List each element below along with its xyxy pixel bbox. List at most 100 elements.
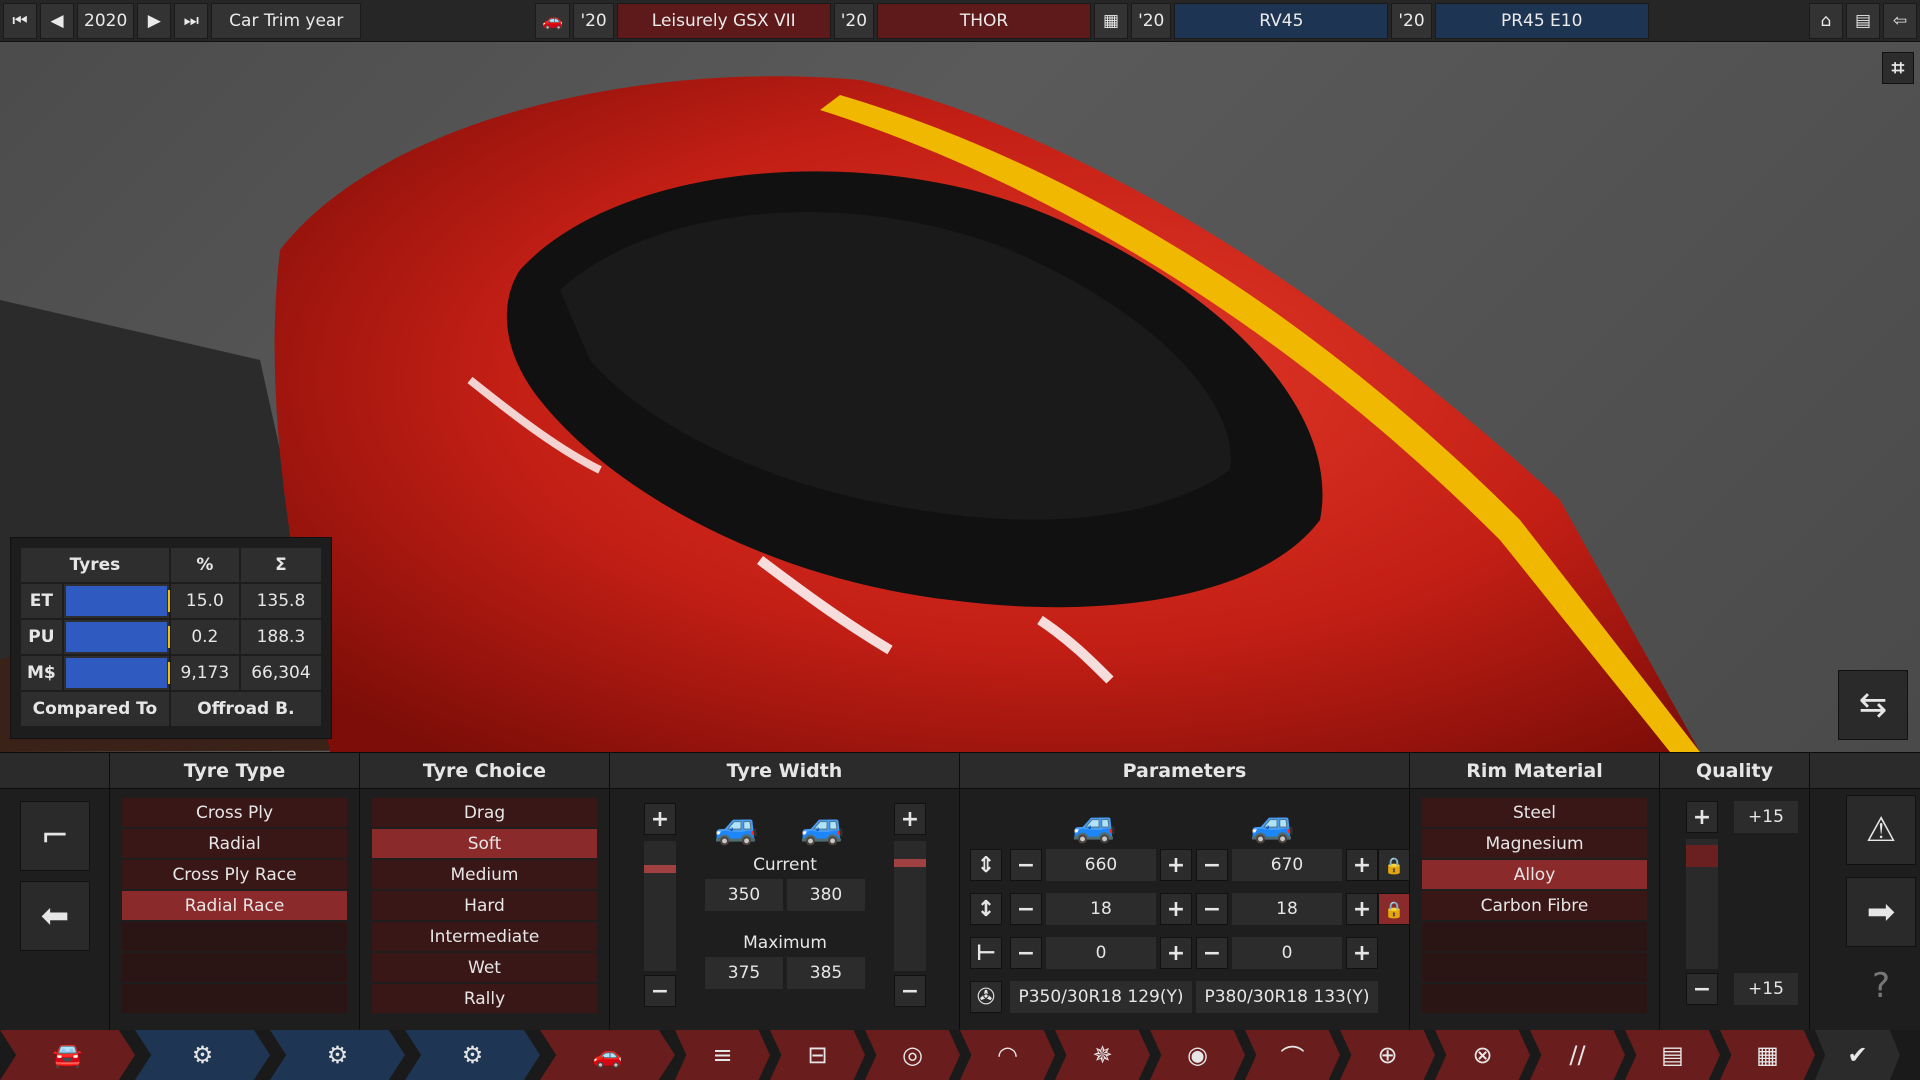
lock-icon[interactable]: 🔒 — [1378, 893, 1410, 925]
rim-rear-plus[interactable]: + — [1346, 893, 1378, 925]
help-icon[interactable]: ? — [1846, 951, 1916, 1021]
tyre-type-option[interactable]: Cross Ply — [122, 798, 347, 827]
profile-rear-plus[interactable]: + — [1346, 849, 1378, 881]
quality-plus-button[interactable]: + — [1686, 801, 1718, 833]
offset-icon: ⊢ — [970, 937, 1002, 969]
nav-drivetrain-icon[interactable]: ⊟ — [770, 1030, 865, 1080]
tyre-type-option-selected[interactable]: Radial Race — [122, 891, 347, 920]
rim-material-option[interactable]: Magnesium — [1422, 829, 1647, 858]
nav-safety-icon[interactable]: ⊗ — [1435, 1030, 1530, 1080]
screenshot-icon[interactable]: ⌗ — [1882, 52, 1914, 84]
rim-front-plus[interactable]: + — [1160, 893, 1192, 925]
nav-fuel-icon[interactable]: ∕∕ — [1530, 1030, 1625, 1080]
current-width-rear: 380 — [787, 879, 865, 911]
front-width-plus-button[interactable]: + — [644, 803, 676, 835]
rear-car-icon: 🚙 — [800, 806, 845, 847]
rear-width-minus-button[interactable]: − — [894, 975, 926, 1007]
rear-car-icon: 🚙 — [1250, 804, 1295, 845]
tyre-choice-title: Tyre Choice — [360, 753, 609, 789]
previous-arrow-icon[interactable]: ⬅ — [20, 881, 90, 951]
rim-material-option[interactable]: Steel — [1422, 798, 1647, 827]
tyre-choice-option[interactable]: Intermediate — [372, 922, 597, 951]
empty-slot — [1422, 984, 1647, 1013]
stats-bar — [65, 586, 170, 616]
engine-family-selector[interactable]: RV45 — [1174, 2, 1389, 39]
current-width-label: Current — [753, 855, 817, 875]
tyre-choice-option[interactable]: Hard — [372, 891, 597, 920]
offset-rear-value: 0 — [1232, 937, 1342, 969]
rim-material-option-selected[interactable]: Alloy — [1422, 860, 1647, 889]
quality-bottom-value: +15 — [1734, 973, 1798, 1005]
nav-chassis-icon[interactable]: 🚗 — [540, 1030, 675, 1080]
profile-front-minus[interactable]: − — [1010, 849, 1042, 881]
tyre-type-option[interactable]: Cross Ply Race — [122, 860, 347, 889]
rear-width-plus-button[interactable]: + — [894, 803, 926, 835]
calculator-icon[interactable]: ▤ — [1846, 2, 1880, 39]
empty-slot — [122, 953, 347, 982]
nav-gearbox-icon[interactable]: ◎ — [865, 1030, 960, 1080]
offset-rear-plus[interactable]: + — [1346, 937, 1378, 969]
next-year-icon[interactable]: ▶ — [137, 2, 172, 39]
nav-rims-icon[interactable]: ◉ — [1150, 1030, 1245, 1080]
car-viewport[interactable]: ⌗ ⇆ Tyres % Σ ET 15.0 135.8 PU 0.2 188.3… — [0, 0, 1920, 752]
engine-variant-selector[interactable]: PR45 E10 — [1434, 2, 1649, 39]
profile-front-plus[interactable]: + — [1160, 849, 1192, 881]
rim-material-option[interactable]: Carbon Fibre — [1422, 891, 1647, 920]
tyre-code-front: P350/30R18 129(Y) — [1010, 981, 1192, 1013]
model-selector[interactable]: Leisurely GSX VII — [616, 2, 831, 39]
designer-nav-bar: 🚘 ⚙ ⚙ ⚙ 🚗 ≡ ⊟ ◎ ◠ ✵ ◉ ⌒ ⊕ ⊗ ∕∕ ▤ ▦ ✔ — [0, 1030, 1920, 1080]
next-arrow-icon[interactable]: ➡ — [1846, 877, 1916, 947]
parameters-column: Parameters 🚙 🚙 ⇕ − 660 + − 670 + 🔒 ↕ − 1… — [960, 753, 1410, 1031]
nav-test-track-icon[interactable]: ▦ — [1720, 1030, 1815, 1080]
nav-suspension-icon[interactable]: ≡ — [675, 1030, 770, 1080]
tyre-choice-option-selected[interactable]: Soft — [372, 829, 597, 858]
nav-brakes-icon[interactable]: ◠ — [960, 1030, 1055, 1080]
front-width-minus-button[interactable]: − — [644, 975, 676, 1007]
tyre-choice-option[interactable]: Rally — [372, 984, 597, 1013]
offset-front-plus[interactable]: + — [1160, 937, 1192, 969]
stats-header-tyres: Tyres — [21, 548, 169, 582]
nav-interior-icon[interactable]: ⊕ — [1340, 1030, 1435, 1080]
quality-slider[interactable] — [1686, 839, 1718, 969]
tyre-choice-option[interactable]: Drag — [372, 798, 597, 827]
tyre-choice-option[interactable]: Wet — [372, 953, 597, 982]
tyre-width-column: Tyre Width + − 🚙 🚙 Current 350 380 Maxim… — [610, 753, 960, 1031]
front-width-slider[interactable] — [644, 841, 676, 971]
nav-wheels-icon[interactable]: ✵ — [1055, 1030, 1150, 1080]
profile-rear-minus[interactable]: − — [1196, 849, 1228, 881]
rim-front-minus[interactable]: − — [1010, 893, 1042, 925]
nav-engine-family-icon[interactable]: ⚙ — [135, 1030, 270, 1080]
offset-rear-minus[interactable]: − — [1196, 937, 1228, 969]
nav-aero-icon[interactable]: ⌒ — [1245, 1030, 1340, 1080]
rewind-year-icon[interactable]: ⏮ — [3, 2, 37, 39]
nav-summary-icon[interactable]: ▤ — [1625, 1030, 1720, 1080]
camera-icon[interactable]: ⌂ — [1809, 2, 1843, 39]
back-icon[interactable]: ⇦ — [1883, 2, 1917, 39]
warning-icon[interactable]: ⚠ — [1846, 795, 1916, 865]
graph-icon[interactable]: ⌐ — [20, 801, 90, 871]
compared-to-value[interactable]: Offroad B. — [170, 692, 321, 726]
app-root: ⌗ ⇆ Tyres % Σ ET 15.0 135.8 PU 0.2 188.3… — [0, 0, 1920, 1080]
trim-year-label: Car Trim year — [211, 2, 362, 39]
prev-year-icon[interactable]: ◀ — [40, 2, 74, 39]
stats-bar — [65, 622, 170, 652]
offset-front-minus[interactable]: − — [1010, 937, 1042, 969]
forward-year-icon[interactable]: ⏭ — [174, 2, 209, 39]
tyre-choice-option[interactable]: Medium — [372, 860, 597, 889]
nav-finish-icon[interactable]: ✔ — [1815, 1030, 1900, 1080]
tyres-stats-card: Tyres % Σ ET 15.0 135.8 PU 0.2 188.3 M$ … — [10, 537, 332, 739]
nav-engine-tune-icon[interactable]: ⚙ — [405, 1030, 540, 1080]
rim-rear-minus[interactable]: − — [1196, 893, 1228, 925]
quality-minus-button[interactable]: − — [1686, 973, 1718, 1005]
tyre-type-option[interactable]: Radial — [122, 829, 347, 858]
trim-selector[interactable]: THOR — [877, 2, 1092, 39]
year-display[interactable]: 2020 — [77, 2, 135, 39]
stats-bar — [65, 658, 170, 688]
stats-table: Tyres % Σ ET 15.0 135.8 PU 0.2 188.3 M$ … — [19, 546, 323, 728]
nav-body-icon[interactable]: 🚘 — [0, 1030, 135, 1080]
maximum-width-label: Maximum — [743, 933, 827, 953]
lock-icon[interactable]: 🔒 — [1378, 849, 1410, 881]
rear-width-slider[interactable] — [894, 841, 926, 971]
toggle-view-button[interactable]: ⇆ — [1838, 670, 1908, 740]
nav-engine-parts-icon[interactable]: ⚙ — [270, 1030, 405, 1080]
